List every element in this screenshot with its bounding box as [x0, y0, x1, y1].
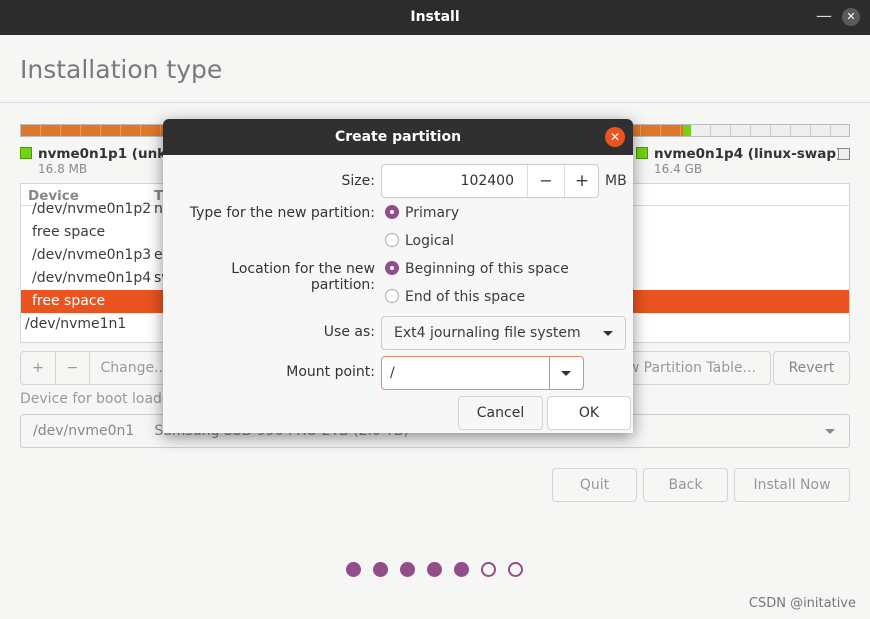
cancel-button[interactable]: Cancel [458, 396, 543, 430]
increment-button[interactable]: + [565, 165, 599, 197]
watermark: CSDN @initative [748, 596, 856, 611]
mount-point-combo[interactable]: / [381, 356, 584, 390]
radio-end[interactable]: End of this space [385, 289, 525, 305]
use-as-dropdown[interactable]: Ext4 journaling file system [381, 316, 626, 350]
radio-label: End of this space [405, 289, 526, 305]
use-as-label: Use as: [323, 324, 375, 340]
radio-icon [385, 261, 399, 275]
mount-point-input[interactable]: / [390, 365, 395, 381]
partition-segment-swap [683, 125, 691, 136]
divider [0, 102, 870, 103]
legend-item: nvme0n1p4 (linux-swap) 16.4 GB [636, 146, 842, 176]
location-label: Location for the new partition: [231, 261, 375, 293]
progress-dot [454, 562, 469, 577]
size-input[interactable]: 102400 [461, 173, 514, 189]
revert-button[interactable]: Revert [773, 351, 850, 385]
legend-name: nvme0n1p1 (unkn [38, 146, 176, 162]
mount-point-label: Mount point: [286, 364, 375, 380]
ok-button[interactable]: OK [547, 396, 631, 430]
decrement-button[interactable]: − [528, 165, 564, 197]
chevron-down-icon[interactable] [561, 371, 571, 376]
create-partition-dialog: Create partition ✕ Size: 102400 − + MB T… [163, 119, 633, 433]
radio-logical[interactable]: Logical [385, 233, 454, 249]
use-as-value: Ext4 journaling file system [394, 325, 581, 341]
progress-dot [427, 562, 442, 577]
legend-size: 16.4 GB [654, 162, 703, 176]
legend-swatch-free [838, 148, 850, 160]
progress-dot [346, 562, 361, 577]
legend-swatch [20, 147, 32, 159]
legend-item: nvme0n1p1 (unkn 16.8 MB [20, 146, 176, 176]
radio-icon [385, 289, 399, 303]
radio-icon [385, 205, 399, 219]
size-label: Size: [341, 173, 375, 189]
radio-label: Primary [405, 205, 460, 221]
window-title: Install [410, 9, 460, 25]
progress-dot [400, 562, 415, 577]
radio-beginning[interactable]: Beginning of this space [385, 261, 569, 277]
remove-partition-button[interactable]: − [55, 351, 90, 385]
add-partition-button[interactable]: + [20, 351, 56, 385]
legend-name: nvme0n1p4 (linux-swap) [654, 146, 843, 162]
radio-label: Logical [405, 233, 455, 249]
dialog-close-icon[interactable]: ✕ [605, 127, 625, 147]
partition-segment-free [690, 125, 849, 136]
radio-icon [385, 233, 399, 247]
radio-primary[interactable]: Primary [385, 205, 459, 221]
chevron-down-icon [825, 429, 835, 434]
bootloader-device: /dev/nvme0n1 [33, 423, 135, 439]
quit-button[interactable]: Quit [552, 468, 637, 502]
chevron-down-icon [603, 331, 613, 336]
row-device: /dev/nvme0n1p4 [32, 270, 152, 286]
type-label: Type for the new partition: [189, 205, 375, 221]
size-unit: MB [605, 173, 627, 189]
row-device: free space [32, 224, 106, 240]
row-device: /dev/nvme1n1 [25, 316, 127, 332]
legend-swatch [636, 147, 648, 159]
window-titlebar: Install [0, 0, 870, 35]
progress-dot [373, 562, 388, 577]
progress-dot [508, 562, 523, 577]
row-device: /dev/nvme0n1p3 [32, 247, 152, 263]
legend-size: 16.8 MB [38, 162, 88, 176]
window-close-icon[interactable]: ✕ [842, 8, 860, 26]
progress-dots [346, 562, 523, 577]
separator [549, 357, 550, 389]
install-now-button[interactable]: Install Now [734, 468, 850, 502]
page-title: Installation type [20, 55, 223, 84]
radio-label: Beginning of this space [405, 261, 569, 277]
size-spinbox[interactable]: 102400 − + [381, 164, 599, 198]
progress-dot [481, 562, 496, 577]
dialog-title: Create partition [163, 119, 633, 155]
minimize-icon[interactable]: — [816, 8, 832, 24]
back-button[interactable]: Back [643, 468, 728, 502]
row-device: free space [32, 293, 106, 309]
row-device: /dev/nvme0n1p2 [32, 201, 152, 217]
